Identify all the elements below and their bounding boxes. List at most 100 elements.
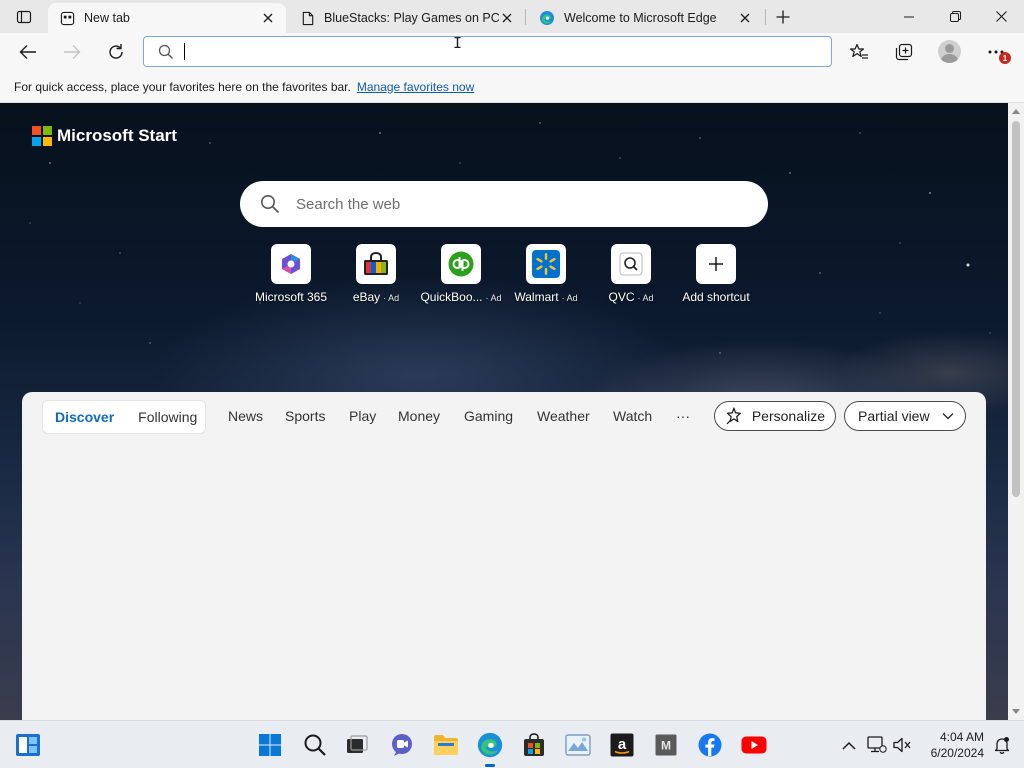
minimize-button[interactable] — [886, 0, 932, 33]
facebook-icon — [698, 733, 722, 757]
notifications-button[interactable] — [986, 729, 1018, 761]
restore-icon — [949, 11, 961, 22]
scrollbar-thumb[interactable] — [1012, 121, 1020, 497]
store-button[interactable] — [518, 729, 550, 761]
close-tab-button[interactable] — [260, 10, 276, 26]
task-view-button[interactable] — [341, 729, 373, 761]
volume-button[interactable] — [886, 729, 918, 761]
browser-toolbar: I 1 — [0, 33, 1024, 71]
back-button[interactable] — [12, 36, 44, 68]
favorites-button[interactable] — [843, 36, 875, 68]
photos-icon — [565, 734, 591, 756]
news-feed-panel: Discover Following News Sports Play Mone… — [22, 392, 986, 720]
close-tab-button[interactable] — [499, 10, 515, 26]
amazon-button[interactable]: a — [606, 729, 638, 761]
m-app-button[interactable]: M — [650, 729, 682, 761]
widgets-icon — [16, 734, 40, 756]
clock-date: 6/20/2024 — [930, 746, 984, 760]
more-nav-button[interactable]: ··· — [676, 408, 690, 424]
edge-icon — [540, 11, 554, 25]
new-tab-button[interactable] — [771, 5, 795, 29]
nav-news[interactable]: News — [228, 408, 263, 424]
page-icon — [302, 11, 314, 25]
shortcut-label: QVC · Ad — [608, 290, 654, 304]
scroll-down-arrow-icon[interactable] — [1012, 709, 1020, 714]
youtube-button[interactable] — [738, 729, 770, 761]
tab-discover[interactable]: Discover — [55, 409, 114, 425]
add-shortcut-button[interactable]: Add shortcut — [673, 244, 759, 304]
personalize-label: Personalize — [751, 408, 825, 424]
web-search-input[interactable] — [296, 195, 768, 213]
feed-mode-segmented-control: Discover Following — [42, 400, 206, 434]
start-icon — [259, 734, 281, 756]
nav-play[interactable]: Play — [349, 408, 376, 424]
page-scrollbar[interactable] — [1008, 103, 1024, 720]
address-bar[interactable] — [143, 36, 832, 67]
windows-taskbar: a M 4:04 AM 6/20/2024 — [0, 720, 1024, 768]
tab-bluestacks[interactable]: BlueStacks: Play Games on PC & — [289, 3, 525, 33]
nav-weather[interactable]: Weather — [537, 408, 590, 424]
clock-time: 4:04 AM — [939, 730, 984, 744]
youtube-icon — [741, 736, 767, 754]
edge-taskbar-button[interactable] — [474, 729, 506, 767]
nav-money[interactable]: Money — [398, 408, 440, 424]
forward-button[interactable] — [56, 36, 88, 68]
svg-text:M: M — [661, 739, 671, 753]
walmart-icon — [532, 250, 560, 278]
close-window-button[interactable] — [978, 0, 1024, 33]
collections-icon — [895, 43, 913, 61]
refresh-button[interactable] — [100, 36, 132, 68]
quick-links: Microsoft 365 eBay · Ad QuickBoo... · Ad W… — [248, 244, 768, 304]
system-clock[interactable]: 4:04 AM 6/20/2024 — [918, 729, 984, 761]
svg-text:a: a — [618, 736, 627, 753]
collections-button[interactable] — [888, 36, 920, 68]
tab-following[interactable]: Following — [138, 409, 197, 425]
file-explorer-icon — [434, 735, 458, 755]
tab-welcome-edge[interactable]: Welcome to Microsoft Edge — [527, 3, 763, 33]
tab-new-tab[interactable]: New tab — [48, 3, 286, 33]
profile-avatar[interactable] — [938, 40, 961, 63]
manage-favorites-link[interactable]: Manage favorites now — [357, 80, 474, 94]
notification-badge: 1 — [999, 52, 1011, 64]
personalize-button[interactable]: Personalize — [714, 401, 836, 431]
chat-icon — [392, 734, 412, 756]
shortcut-ebay[interactable]: eBay · Ad — [333, 244, 419, 304]
view-mode-dropdown[interactable]: Partial view — [844, 401, 966, 431]
shortcut-walmart[interactable]: Walmart · Ad — [503, 244, 589, 304]
nav-gaming[interactable]: Gaming — [464, 408, 513, 424]
address-input[interactable] — [195, 44, 831, 59]
close-icon — [502, 13, 512, 23]
nav-watch[interactable]: Watch — [613, 408, 652, 424]
shortcut-quickbooks[interactable]: QuickBoo... · Ad — [418, 244, 504, 304]
ad-badge: · Ad — [485, 293, 502, 303]
photos-button[interactable] — [562, 729, 594, 761]
tab-strip: New tab BlueStacks: Play Games on PC & W… — [0, 0, 1024, 33]
chat-button[interactable] — [386, 729, 418, 761]
m-app-icon: M — [655, 734, 677, 756]
microsoft-start-brand[interactable]: Microsoft Start — [32, 126, 177, 146]
tab-actions-button[interactable] — [8, 5, 40, 29]
plus-icon — [776, 10, 790, 24]
amazon-icon: a — [610, 733, 634, 757]
facebook-button[interactable] — [694, 729, 726, 761]
ad-badge: · Ad — [637, 293, 654, 303]
tab-actions-icon — [16, 10, 32, 24]
quickbooks-icon — [448, 251, 474, 277]
view-mode-label: Partial view — [858, 408, 930, 424]
restore-button[interactable] — [932, 0, 978, 33]
search-icon — [158, 44, 173, 59]
ad-badge: · Ad — [561, 293, 578, 303]
nav-sports[interactable]: Sports — [285, 408, 325, 424]
taskbar-search-button[interactable] — [299, 729, 331, 761]
shortcut-microsoft-365[interactable]: Microsoft 365 — [248, 244, 334, 304]
start-button[interactable] — [254, 729, 286, 761]
scroll-up-arrow-icon[interactable] — [1012, 109, 1020, 114]
web-search-box[interactable] — [240, 181, 768, 227]
widgets-button[interactable] — [12, 729, 44, 761]
close-tab-button[interactable] — [737, 10, 753, 26]
shortcut-tile — [356, 244, 396, 284]
plus-icon — [709, 257, 723, 271]
network-icon — [867, 736, 887, 753]
shortcut-qvc[interactable]: QVC · Ad — [588, 244, 674, 304]
file-explorer-button[interactable] — [430, 729, 462, 761]
